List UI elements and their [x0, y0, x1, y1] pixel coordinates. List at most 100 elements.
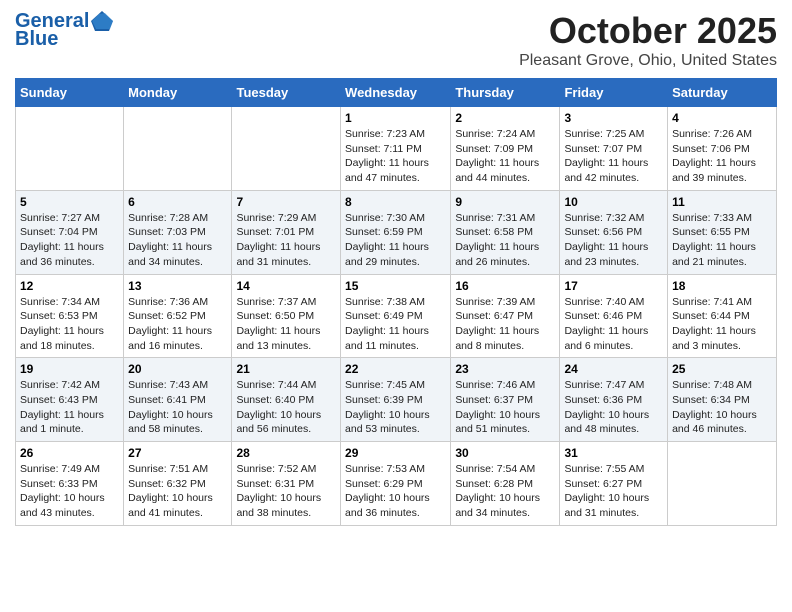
day-info: Sunrise: 7:51 AM Sunset: 6:32 PM Dayligh…: [128, 462, 227, 521]
calendar-cell: 6 Sunrise: 7:28 AM Sunset: 7:03 PM Daylig…: [124, 190, 232, 274]
day-info: Sunrise: 7:33 AM Sunset: 6:55 PM Dayligh…: [672, 211, 772, 270]
day-info: Sunrise: 7:34 AM Sunset: 6:53 PM Dayligh…: [20, 295, 119, 354]
day-number: 6: [128, 195, 227, 209]
day-info: Sunrise: 7:46 AM Sunset: 6:37 PM Dayligh…: [455, 378, 555, 437]
day-info: Sunrise: 7:29 AM Sunset: 7:01 PM Dayligh…: [236, 211, 336, 270]
calendar-table: SundayMondayTuesdayWednesdayThursdayFrid…: [15, 78, 777, 526]
day-number: 26: [20, 446, 119, 460]
day-number: 4: [672, 111, 772, 125]
calendar-week-4: 19Sunrise: 7:42 AM Sunset: 6:43 PM Dayli…: [16, 358, 777, 442]
calendar-cell: 11 Sunrise: 7:33 AM Sunset: 6:55 PM Dayli…: [668, 190, 777, 274]
calendar-cell: [232, 107, 341, 191]
day-number: 24: [564, 362, 663, 376]
day-number: 23: [455, 362, 555, 376]
calendar-cell: 26 Sunrise: 7:49 AM Sunset: 6:33 PM Dayli…: [16, 442, 124, 526]
calendar-cell: [16, 107, 124, 191]
calendar-cell: 3 Sunrise: 7:25 AM Sunset: 7:07 PM Daylig…: [560, 107, 668, 191]
day-info: Sunrise: 7:45 AM Sunset: 6:39 PM Dayligh…: [345, 378, 446, 437]
day-number: 3: [564, 111, 663, 125]
day-info: Sunrise: 7:42 AM Sunset: 6:43 PM Dayligh…: [20, 378, 119, 437]
day-info: Sunrise: 7:25 AM Sunset: 7:07 PM Dayligh…: [564, 127, 663, 186]
calendar-cell: 5 Sunrise: 7:27 AM Sunset: 7:04 PM Daylig…: [16, 190, 124, 274]
day-number: 29: [345, 446, 446, 460]
day-info: Sunrise: 7:23 AM Sunset: 7:11 PM Dayligh…: [345, 127, 446, 186]
calendar-cell: 12Sunrise: 7:34 AM Sunset: 6:53 PM Dayli…: [16, 274, 124, 358]
day-info: Sunrise: 7:38 AM Sunset: 6:49 PM Dayligh…: [345, 295, 446, 354]
calendar-cell: 8 Sunrise: 7:30 AM Sunset: 6:59 PM Daylig…: [341, 190, 451, 274]
day-info: Sunrise: 7:24 AM Sunset: 7:09 PM Dayligh…: [455, 127, 555, 186]
day-info: Sunrise: 7:52 AM Sunset: 6:31 PM Dayligh…: [236, 462, 336, 521]
day-header-tuesday: Tuesday: [232, 79, 341, 107]
calendar-cell: 15Sunrise: 7:38 AM Sunset: 6:49 PM Dayli…: [341, 274, 451, 358]
calendar-cell: 27Sunrise: 7:51 AM Sunset: 6:32 PM Dayli…: [124, 442, 232, 526]
day-info: Sunrise: 7:49 AM Sunset: 6:33 PM Dayligh…: [20, 462, 119, 521]
day-info: Sunrise: 7:43 AM Sunset: 6:41 PM Dayligh…: [128, 378, 227, 437]
day-number: 21: [236, 362, 336, 376]
calendar-cell: 30Sunrise: 7:54 AM Sunset: 6:28 PM Dayli…: [451, 442, 560, 526]
day-number: 17: [564, 279, 663, 293]
day-header-sunday: Sunday: [16, 79, 124, 107]
calendar-cell: [124, 107, 232, 191]
calendar-cell: 25 Sunrise: 7:48 AM Sunset: 6:34 PM Dayli…: [668, 358, 777, 442]
calendar-cell: 10 Sunrise: 7:32 AM Sunset: 6:56 PM Dayli…: [560, 190, 668, 274]
calendar-week-2: 5 Sunrise: 7:27 AM Sunset: 7:04 PM Daylig…: [16, 190, 777, 274]
calendar-cell: 17 Sunrise: 7:40 AM Sunset: 6:46 PM Dayli…: [560, 274, 668, 358]
day-number: 9: [455, 195, 555, 209]
day-header-thursday: Thursday: [451, 79, 560, 107]
day-number: 20: [128, 362, 227, 376]
day-number: 14: [236, 279, 336, 293]
day-info: Sunrise: 7:37 AM Sunset: 6:50 PM Dayligh…: [236, 295, 336, 354]
day-info: Sunrise: 7:39 AM Sunset: 6:47 PM Dayligh…: [455, 295, 555, 354]
calendar-week-5: 26 Sunrise: 7:49 AM Sunset: 6:33 PM Dayli…: [16, 442, 777, 526]
day-info: Sunrise: 7:30 AM Sunset: 6:59 PM Dayligh…: [345, 211, 446, 270]
day-number: 16: [455, 279, 555, 293]
calendar-header-row: SundayMondayTuesdayWednesdayThursdayFrid…: [16, 79, 777, 107]
calendar-cell: 4 Sunrise: 7:26 AM Sunset: 7:06 PM Daylig…: [668, 107, 777, 191]
day-header-friday: Friday: [560, 79, 668, 107]
calendar-cell: 23 Sunrise: 7:46 AM Sunset: 6:37 PM Dayli…: [451, 358, 560, 442]
calendar-cell: 31 Sunrise: 7:55 AM Sunset: 6:27 PM Dayli…: [560, 442, 668, 526]
logo: General Blue: [15, 10, 113, 50]
day-info: Sunrise: 7:40 AM Sunset: 6:46 PM Dayligh…: [564, 295, 663, 354]
day-info: Sunrise: 7:26 AM Sunset: 7:06 PM Dayligh…: [672, 127, 772, 186]
calendar-cell: 1Sunrise: 7:23 AM Sunset: 7:11 PM Daylig…: [341, 107, 451, 191]
page-header: General Blue October 2025 Pleasant Grove…: [15, 10, 777, 70]
day-info: Sunrise: 7:44 AM Sunset: 6:40 PM Dayligh…: [236, 378, 336, 437]
day-number: 25: [672, 362, 772, 376]
day-info: Sunrise: 7:27 AM Sunset: 7:04 PM Dayligh…: [20, 211, 119, 270]
day-number: 10: [564, 195, 663, 209]
day-info: Sunrise: 7:48 AM Sunset: 6:34 PM Dayligh…: [672, 378, 772, 437]
calendar-cell: [668, 442, 777, 526]
day-number: 8: [345, 195, 446, 209]
calendar-week-1: 1Sunrise: 7:23 AM Sunset: 7:11 PM Daylig…: [16, 107, 777, 191]
day-info: Sunrise: 7:31 AM Sunset: 6:58 PM Dayligh…: [455, 211, 555, 270]
day-header-wednesday: Wednesday: [341, 79, 451, 107]
day-number: 7: [236, 195, 336, 209]
day-info: Sunrise: 7:41 AM Sunset: 6:44 PM Dayligh…: [672, 295, 772, 354]
calendar-cell: 18Sunrise: 7:41 AM Sunset: 6:44 PM Dayli…: [668, 274, 777, 358]
day-header-monday: Monday: [124, 79, 232, 107]
calendar-cell: 22 Sunrise: 7:45 AM Sunset: 6:39 PM Dayli…: [341, 358, 451, 442]
day-number: 11: [672, 195, 772, 209]
calendar-cell: 24 Sunrise: 7:47 AM Sunset: 6:36 PM Dayli…: [560, 358, 668, 442]
day-number: 22: [345, 362, 446, 376]
calendar-cell: 21 Sunrise: 7:44 AM Sunset: 6:40 PM Dayli…: [232, 358, 341, 442]
location: Pleasant Grove, Ohio, United States: [519, 52, 777, 70]
day-number: 5: [20, 195, 119, 209]
day-info: Sunrise: 7:53 AM Sunset: 6:29 PM Dayligh…: [345, 462, 446, 521]
calendar-cell: 28Sunrise: 7:52 AM Sunset: 6:31 PM Dayli…: [232, 442, 341, 526]
day-info: Sunrise: 7:28 AM Sunset: 7:03 PM Dayligh…: [128, 211, 227, 270]
day-info: Sunrise: 7:47 AM Sunset: 6:36 PM Dayligh…: [564, 378, 663, 437]
day-info: Sunrise: 7:54 AM Sunset: 6:28 PM Dayligh…: [455, 462, 555, 521]
calendar-cell: 14 Sunrise: 7:37 AM Sunset: 6:50 PM Dayli…: [232, 274, 341, 358]
calendar-cell: 7 Sunrise: 7:29 AM Sunset: 7:01 PM Daylig…: [232, 190, 341, 274]
month-title: October 2025: [519, 10, 777, 52]
calendar-cell: 29 Sunrise: 7:53 AM Sunset: 6:29 PM Dayli…: [341, 442, 451, 526]
calendar-cell: 16 Sunrise: 7:39 AM Sunset: 6:47 PM Dayli…: [451, 274, 560, 358]
calendar-week-3: 12Sunrise: 7:34 AM Sunset: 6:53 PM Dayli…: [16, 274, 777, 358]
logo-blue: Blue: [15, 28, 113, 50]
day-info: Sunrise: 7:55 AM Sunset: 6:27 PM Dayligh…: [564, 462, 663, 521]
day-header-saturday: Saturday: [668, 79, 777, 107]
day-info: Sunrise: 7:32 AM Sunset: 6:56 PM Dayligh…: [564, 211, 663, 270]
day-number: 31: [564, 446, 663, 460]
